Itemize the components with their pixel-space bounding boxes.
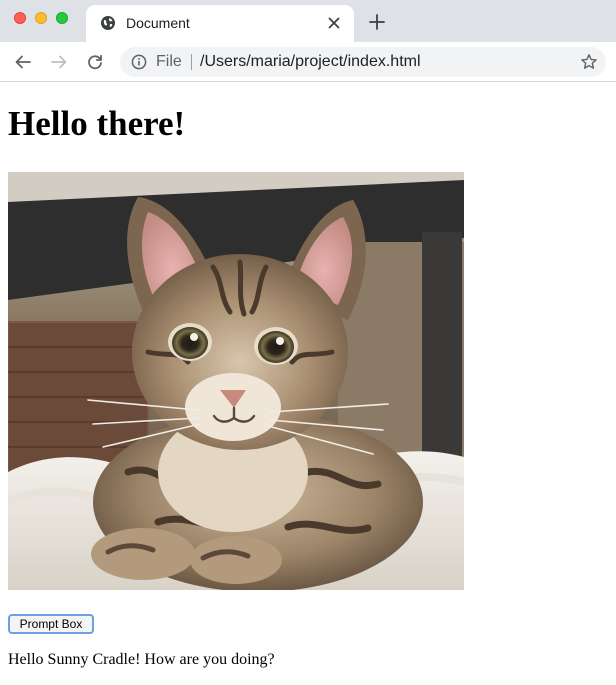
globe-icon — [101, 16, 115, 30]
star-icon[interactable] — [580, 53, 598, 71]
window-maximize-button[interactable] — [56, 12, 68, 24]
prompt-box-button[interactable]: Prompt Box — [8, 614, 94, 634]
reload-button[interactable] — [84, 51, 106, 73]
forward-button[interactable] — [48, 51, 70, 73]
arrow-left-icon — [15, 55, 31, 69]
greeting-text: Hello Sunny Cradle! How are you doing? — [8, 651, 275, 668]
kitten-photo — [8, 172, 464, 590]
window-close-button[interactable] — [14, 12, 26, 24]
page-heading: Hello there! — [8, 104, 186, 143]
new-tab-button[interactable] — [366, 11, 388, 33]
browser-toolbar: File /Users/maria/project/index.html — [0, 42, 616, 82]
info-icon[interactable] — [131, 54, 147, 70]
address-bar[interactable]: File /Users/maria/project/index.html — [120, 47, 606, 77]
url-scheme-label: File — [156, 53, 182, 70]
tab-title: Document — [126, 15, 190, 31]
plus-icon — [369, 14, 385, 30]
close-icon[interactable] — [324, 13, 344, 33]
back-button[interactable] — [12, 51, 34, 73]
window-minimize-button[interactable] — [35, 12, 47, 24]
reload-icon — [88, 54, 102, 70]
arrow-right-icon — [51, 55, 67, 69]
url-text[interactable]: /Users/maria/project/index.html — [200, 53, 421, 71]
tab-strip: Document — [0, 0, 616, 42]
address-separator — [191, 54, 192, 70]
active-tab[interactable]: Document — [86, 5, 354, 42]
